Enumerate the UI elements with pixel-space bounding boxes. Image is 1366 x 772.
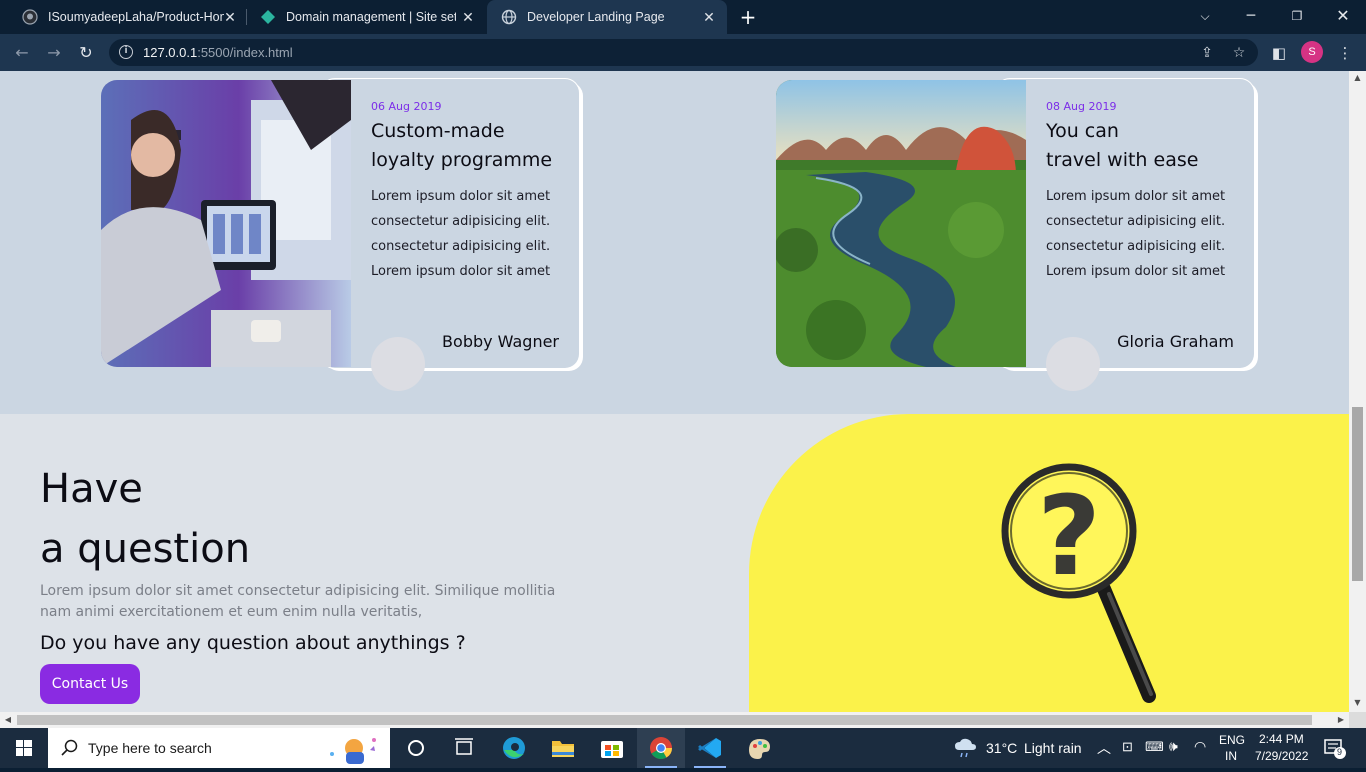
windows-start-button[interactable] (0, 728, 48, 768)
scroll-right-arrow-icon[interactable]: ▶ (1333, 712, 1349, 728)
forward-arrow-icon[interactable]: → (42, 41, 66, 65)
page-viewport: 06 Aug 2019 Custom-made loyalty programm… (0, 71, 1349, 712)
menu-kebab-icon[interactable]: ⋮ (1336, 44, 1354, 62)
tab-title: Developer Landing Page (527, 10, 665, 24)
tab-strip: ISoumyadeepLaha/Product-Hom ✕ Domain man… (0, 0, 1366, 34)
weather-temperature[interactable]: 31°C (986, 740, 1017, 756)
horizontal-scrollbar[interactable]: ◀ ▶ (0, 712, 1349, 728)
weather-description[interactable]: Light rain (1024, 740, 1082, 756)
author-avatar (371, 337, 425, 391)
question-subheading: Do you have any question about anythings… (40, 632, 466, 654)
weather-cloud-rain-icon[interactable] (953, 738, 979, 758)
back-arrow-icon[interactable]: ← (10, 41, 34, 65)
card-author: Gloria Graham (1117, 332, 1234, 351)
chevron-up-icon[interactable]: ︿ (1097, 738, 1111, 758)
card-excerpt: Lorem ipsum dolor sit amet consectetur a… (371, 189, 551, 279)
notification-count: 9 (1337, 747, 1343, 757)
bookmark-star-icon[interactable]: ☆ (1231, 45, 1247, 61)
windows-logo-icon (16, 740, 32, 756)
blog-card[interactable]: 06 Aug 2019 Custom-made loyalty programm… (101, 79, 579, 391)
blog-card[interactable]: 08 Aug 2019 You can travel with ease Lor… (776, 79, 1254, 391)
url-text: 127.0.0.1:5500/index.html (143, 45, 293, 60)
card-date: 08 Aug 2019 (1046, 100, 1117, 113)
search-placeholder: Type here to search (88, 740, 212, 756)
tab-title: ISoumyadeepLaha/Product-Hom (48, 10, 224, 24)
side-panel-icon[interactable]: ◧ (1270, 44, 1288, 62)
svg-text:?: ? (1037, 472, 1101, 600)
developer-at-computer-photo (101, 80, 351, 367)
notification-center-icon[interactable] (1324, 738, 1348, 760)
blog-section: 06 Aug 2019 Custom-made loyalty programm… (0, 71, 1349, 414)
minimize-icon[interactable]: ─ (1228, 0, 1274, 34)
scrollbar-corner (1349, 712, 1366, 728)
tab-developer-landing-page[interactable]: Developer Landing Page ✕ (487, 0, 727, 34)
card-title[interactable]: Custom-made loyalty programme (371, 117, 571, 175)
file-explorer-icon[interactable] (539, 728, 587, 768)
taskbar-search-box[interactable]: Type here to search (48, 728, 390, 768)
contact-us-button[interactable]: Contact Us (40, 664, 140, 704)
close-icon[interactable]: ✕ (222, 9, 238, 25)
question-paragraph: Lorem ipsum dolor sit amet consectetur a… (40, 583, 556, 620)
network-wifi-icon[interactable]: ◠ (1194, 738, 1206, 755)
search-highlight-illustration-icon (330, 738, 376, 764)
edge-browser-icon[interactable] (490, 728, 538, 768)
chrome-browser-icon[interactable] (637, 728, 685, 768)
card-author: Bobby Wagner (442, 332, 559, 351)
close-icon[interactable]: ✕ (701, 9, 717, 25)
tab-github[interactable]: ISoumyadeepLaha/Product-Hom ✕ (8, 0, 248, 34)
vscode-icon[interactable] (686, 728, 734, 768)
meet-now-icon[interactable]: ⊡ (1122, 739, 1133, 755)
browser-toolbar: ← → ↻ i 127.0.0.1:5500/index.html ⇪ ☆ ◧ … (0, 34, 1366, 71)
restore-icon[interactable]: ❐ (1274, 0, 1320, 34)
card-title[interactable]: You can travel with ease (1046, 117, 1246, 175)
share-icon[interactable]: ⇪ (1199, 45, 1215, 61)
new-tab-icon[interactable]: + (738, 7, 758, 27)
scroll-left-arrow-icon[interactable]: ◀ (0, 712, 16, 728)
tab-domain-management[interactable]: Domain management | Site settin ✕ (246, 0, 486, 34)
magnifying-glass-question-mark: ? (749, 414, 1349, 712)
cortana-icon[interactable] (392, 728, 440, 768)
close-icon[interactable]: ✕ (460, 9, 476, 25)
author-avatar (1046, 337, 1100, 391)
task-view-icon[interactable] (440, 728, 488, 768)
region-indicator[interactable]: IN (1225, 749, 1237, 763)
scrollbar-thumb[interactable] (17, 715, 1312, 725)
vertical-scrollbar[interactable]: ▲ ▼ (1349, 71, 1366, 712)
globe-icon (501, 9, 517, 25)
question-section: Have a question Lorem ipsum dolor sit am… (0, 414, 1349, 712)
microsoft-store-icon[interactable] (588, 728, 636, 768)
tab-search-chevron-icon[interactable]: ⌵ (1182, 0, 1228, 34)
language-indicator[interactable]: ENG (1219, 733, 1245, 747)
clock-date[interactable]: 7/29/2022 (1255, 749, 1308, 763)
site-info-icon[interactable]: i (119, 45, 133, 59)
question-heading: Have a question (40, 466, 251, 572)
reload-icon[interactable]: ↻ (74, 41, 98, 65)
scroll-up-arrow-icon[interactable]: ▲ (1349, 71, 1366, 85)
netlify-icon (261, 10, 275, 24)
scrollbar-thumb[interactable] (1352, 407, 1363, 581)
tab-title: Domain management | Site settin (286, 10, 456, 24)
address-bar[interactable]: i 127.0.0.1:5500/index.html ⇪ ☆ (109, 39, 1258, 66)
card-excerpt: Lorem ipsum dolor sit amet consectetur a… (1046, 189, 1226, 279)
card-date: 06 Aug 2019 (371, 100, 442, 113)
close-window-icon[interactable]: ✕ (1320, 0, 1366, 34)
volume-icon[interactable]: 🕪 (1169, 738, 1178, 755)
taskbar: Type here to search 31°C Light rain ︿ ⊡ … (0, 728, 1366, 768)
search-icon (61, 739, 78, 756)
profile-avatar[interactable]: S (1301, 41, 1323, 63)
scroll-down-arrow-icon[interactable]: ▼ (1349, 696, 1366, 710)
input-indicator-icon[interactable]: ⌨ (1145, 739, 1164, 755)
paint-palette-icon[interactable] (735, 728, 783, 768)
github-icon (22, 9, 38, 25)
clock-time[interactable]: 2:44 PM (1259, 732, 1304, 746)
river-landscape-photo (776, 80, 1026, 367)
